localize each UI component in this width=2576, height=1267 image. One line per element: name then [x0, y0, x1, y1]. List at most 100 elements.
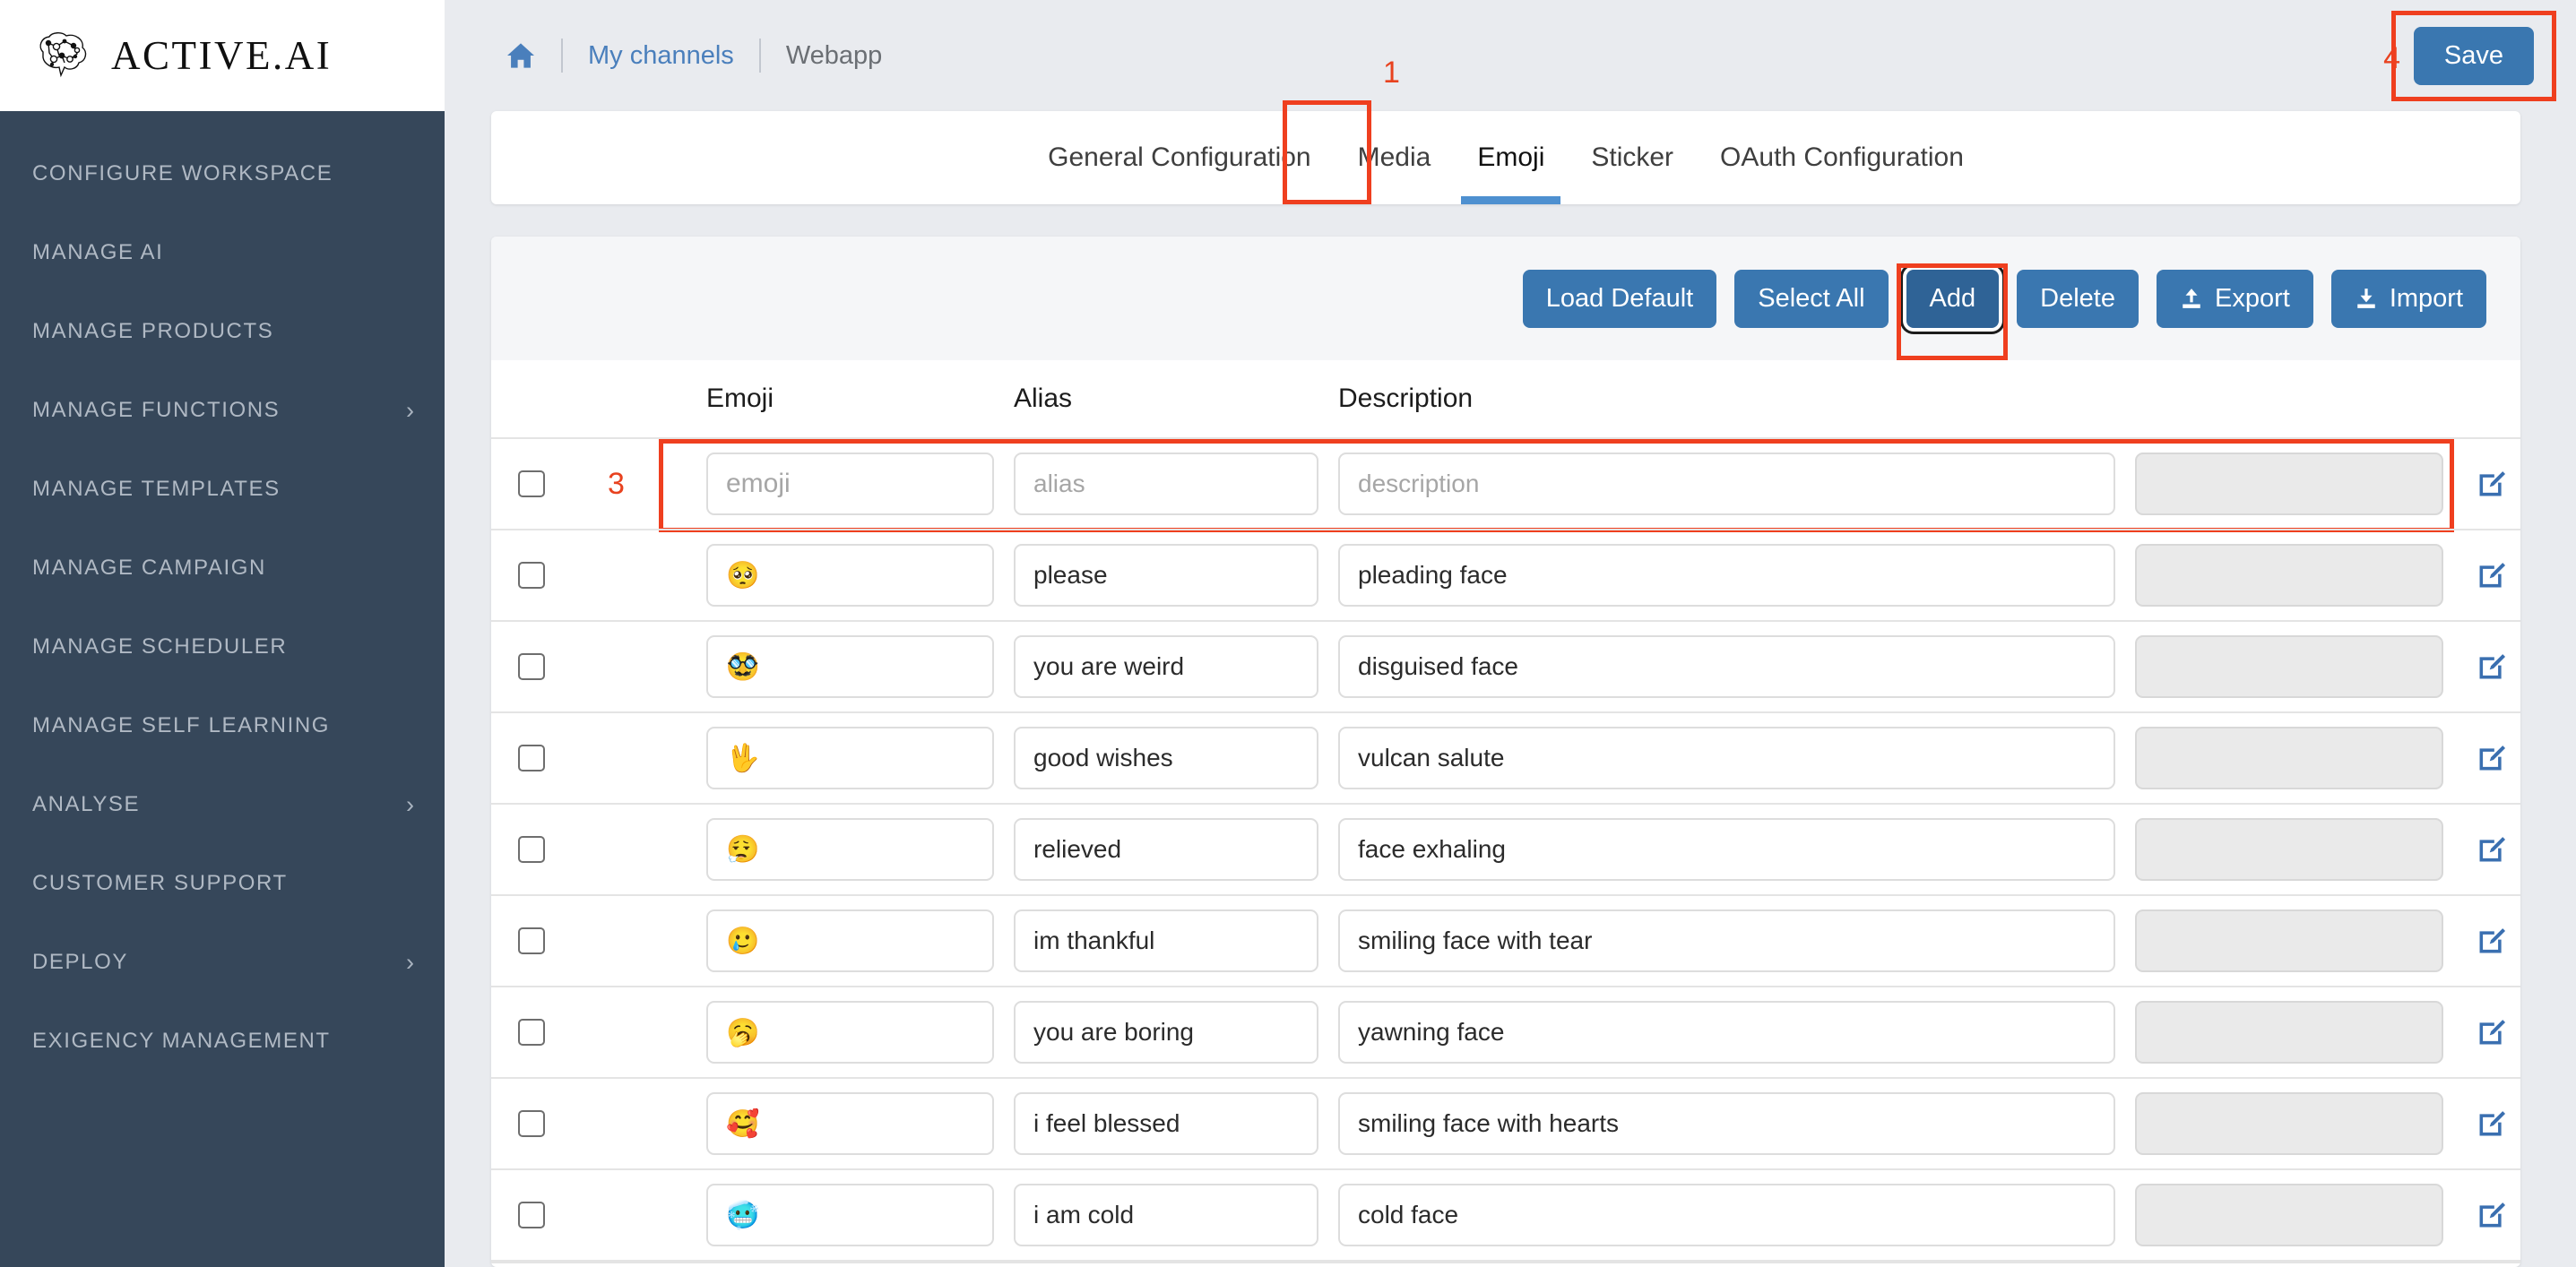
sidebar-item-analyse[interactable]: ANALYSE › [0, 765, 445, 844]
sidebar-item-deploy[interactable]: DEPLOY › [0, 923, 445, 1002]
upload-icon [2183, 289, 2200, 308]
extra-cell [2135, 544, 2463, 607]
import-button[interactable]: Import [2330, 269, 2486, 328]
emoji-input[interactable] [706, 635, 994, 698]
description-input[interactable] [1338, 1001, 2115, 1064]
sidebar-item-manage-ai[interactable]: MANAGE AI › [0, 213, 445, 292]
edit-pencil-icon[interactable] [2477, 1017, 2507, 1047]
tab-emoji[interactable]: Emoji [1454, 111, 1568, 204]
row-checkbox-cell [518, 1110, 608, 1137]
row-checkbox[interactable] [518, 836, 545, 863]
extra-cell [2135, 635, 2463, 698]
edit-pencil-icon[interactable] [2477, 469, 2507, 499]
extra-input [2135, 727, 2443, 789]
edit-pencil-icon[interactable] [2477, 651, 2507, 682]
sidebar-item-label: MANAGE SELF LEARNING [32, 713, 331, 737]
sidebar-item-label: DEPLOY [32, 950, 128, 974]
edit-pencil-icon[interactable] [2477, 926, 2507, 956]
emoji-input[interactable] [706, 727, 994, 789]
row-checkbox-cell [518, 745, 608, 771]
edit-pencil-icon[interactable] [2477, 1200, 2507, 1230]
select-all-button[interactable]: Select All [1734, 269, 1889, 328]
chevron-right-icon[interactable]: › [406, 950, 414, 975]
save-button[interactable]: Save [2413, 27, 2534, 85]
description-input[interactable] [1338, 1092, 2115, 1155]
description-input[interactable] [1338, 1184, 2115, 1246]
sidebar-item-customer-support[interactable]: CUSTOMER SUPPORT › [0, 844, 445, 923]
extra-cell [2135, 727, 2463, 789]
sidebar-item-label: ANALYSE [32, 792, 141, 816]
breadcrumb-link-my-channels[interactable]: My channels [588, 41, 734, 71]
sidebar-item-manage-scheduler[interactable]: MANAGE SCHEDULER › [0, 608, 445, 686]
row-checkbox[interactable] [518, 1202, 545, 1228]
edit-cell [2463, 560, 2520, 590]
row-checkbox[interactable] [518, 653, 545, 680]
annotation-marker-1: 1 [1383, 56, 1400, 90]
alias-input[interactable] [1014, 635, 1318, 698]
sidebar-item-exigency-management[interactable]: EXIGENCY MANAGEMENT › [0, 1002, 445, 1081]
edit-pencil-icon[interactable] [2477, 560, 2507, 590]
emoji-input[interactable] [706, 452, 994, 515]
chevron-right-icon[interactable]: › [406, 792, 414, 817]
emoji-panel: 2 Load Default Select All Add Delete Exp… [491, 237, 2520, 1267]
sidebar-item-manage-functions[interactable]: MANAGE FUNCTIONS › [0, 371, 445, 450]
tab-general-configuration[interactable]: General Configuration [1024, 111, 1335, 204]
alias-input[interactable] [1014, 909, 1318, 972]
table-row [491, 620, 2520, 711]
description-input[interactable] [1338, 727, 2115, 789]
table-row [491, 711, 2520, 803]
description-input[interactable] [1338, 635, 2115, 698]
sidebar-item-label: MANAGE CAMPAIGN [32, 556, 266, 580]
alias-input[interactable] [1014, 1001, 1318, 1064]
description-cell [1338, 452, 2135, 515]
emoji-input[interactable] [706, 909, 994, 972]
row-checkbox[interactable] [518, 562, 545, 589]
emoji-input[interactable] [706, 1184, 994, 1246]
delete-button[interactable]: Delete [2017, 269, 2139, 328]
alias-input[interactable] [1014, 727, 1318, 789]
tab-media[interactable]: Media [1335, 111, 1455, 204]
add-button[interactable]: Add [1906, 269, 2000, 328]
description-input[interactable] [1338, 544, 2115, 607]
emoji-cell [706, 727, 1014, 789]
emoji-input[interactable] [706, 1001, 994, 1064]
tab-oauth-configuration[interactable]: OAuth Configuration [1697, 111, 1987, 204]
row-checkbox[interactable] [518, 927, 545, 954]
sidebar-item-manage-templates[interactable]: MANAGE TEMPLATES › [0, 450, 445, 529]
home-icon[interactable] [506, 42, 536, 69]
edit-pencil-icon[interactable] [2477, 834, 2507, 865]
export-button[interactable]: Export [2156, 269, 2313, 328]
alias-input[interactable] [1014, 1184, 1318, 1246]
sidebar-item-manage-campaign[interactable]: MANAGE CAMPAIGN › [0, 529, 445, 608]
emoji-input[interactable] [706, 1092, 994, 1155]
alias-input[interactable] [1014, 544, 1318, 607]
description-input[interactable] [1338, 909, 2115, 972]
chevron-right-icon[interactable]: › [406, 398, 414, 423]
description-cell [1338, 544, 2135, 607]
sidebar-item-configure-workspace[interactable]: CONFIGURE WORKSPACE › [0, 134, 445, 213]
row-checkbox[interactable] [518, 1110, 545, 1137]
alias-input[interactable] [1014, 1092, 1318, 1155]
edit-pencil-icon[interactable] [2477, 1108, 2507, 1139]
edit-pencil-icon[interactable] [2477, 743, 2507, 773]
extra-input [2135, 818, 2443, 881]
alias-input[interactable] [1014, 818, 1318, 881]
tab-sticker[interactable]: Sticker [1568, 111, 1697, 204]
emoji-input[interactable] [706, 818, 994, 881]
breadcrumb-separator [561, 39, 563, 73]
sidebar-item-manage-self-learning[interactable]: MANAGE SELF LEARNING › [0, 686, 445, 765]
breadcrumb-separator [758, 39, 761, 73]
load-default-button[interactable]: Load Default [1522, 269, 1717, 328]
row-checkbox-cell [518, 836, 608, 863]
description-cell [1338, 909, 2135, 972]
row-checkbox[interactable] [518, 1019, 545, 1046]
row-checkbox[interactable] [518, 470, 545, 497]
description-input[interactable] [1338, 452, 2115, 515]
sidebar-item-label: MANAGE TEMPLATES [32, 477, 281, 501]
alias-input[interactable] [1014, 452, 1318, 515]
sidebar-item-manage-products[interactable]: MANAGE PRODUCTS › [0, 292, 445, 371]
table-header: Emoji Alias Description [491, 360, 2520, 437]
emoji-input[interactable] [706, 544, 994, 607]
description-input[interactable] [1338, 818, 2115, 881]
row-checkbox[interactable] [518, 745, 545, 771]
